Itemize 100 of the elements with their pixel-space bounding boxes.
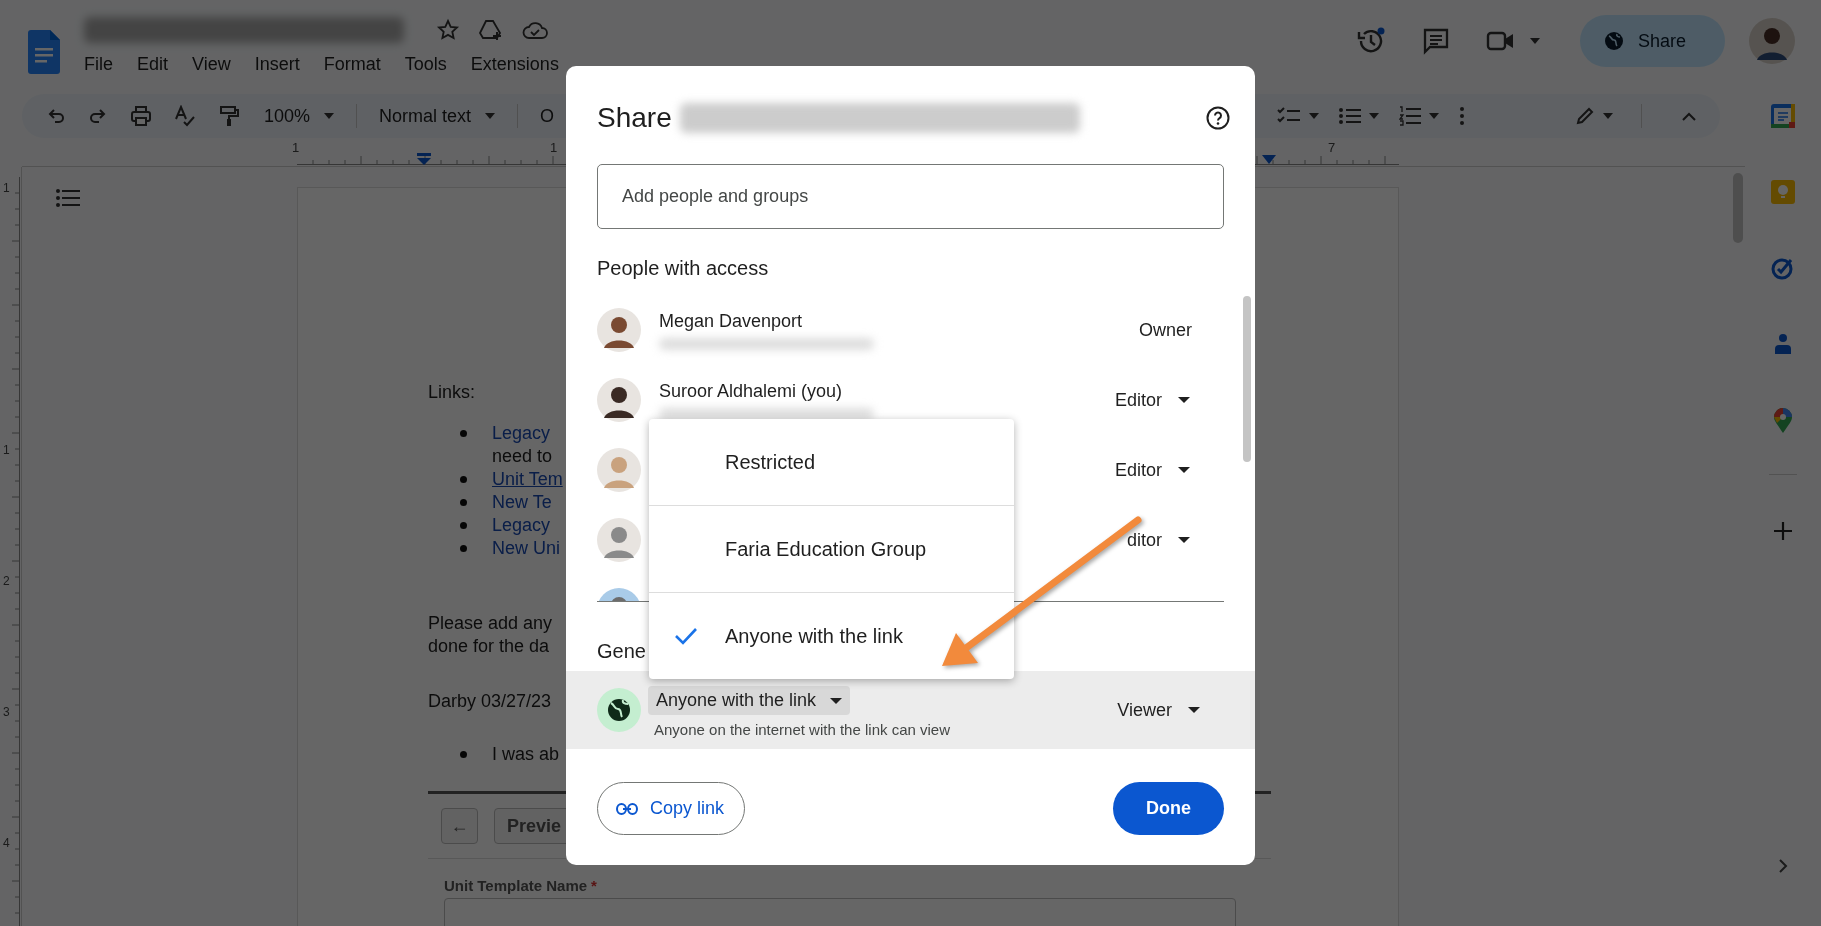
section-heading: People with access: [597, 256, 770, 281]
list-bullet: [460, 430, 467, 437]
scrollbar[interactable]: [1243, 296, 1251, 462]
dialog-title: Share: [597, 102, 672, 134]
caret-icon: [1178, 537, 1190, 543]
done-button[interactable]: Done: [1113, 782, 1224, 835]
ruler-number: 4: [3, 836, 10, 850]
doc-link[interactable]: Unit Tem: [492, 468, 563, 491]
calendar-icon[interactable]: [1771, 104, 1795, 128]
menu-item[interactable]: Insert: [254, 54, 300, 75]
ruler-number: 1: [3, 181, 10, 195]
ruler-number: 7: [1328, 140, 1336, 155]
star-icon[interactable]: [436, 18, 460, 42]
share-button[interactable]: Share: [1580, 15, 1725, 67]
doc-link[interactable]: New Te: [492, 491, 552, 514]
indent-marker-icon[interactable]: [1262, 155, 1276, 164]
list-bullet: [460, 545, 467, 552]
caret-icon: [1178, 467, 1190, 473]
caret-icon: [830, 697, 843, 704]
zoom-select[interactable]: 100%: [264, 105, 311, 127]
section-heading: Gene: [597, 639, 646, 664]
avatar: [597, 378, 641, 422]
caret-icon[interactable]: [1309, 113, 1319, 119]
caret-icon: [1178, 397, 1190, 403]
outline-icon[interactable]: [56, 189, 80, 207]
role-dropdown[interactable]: ditor: [1110, 525, 1194, 555]
check-icon: [674, 627, 698, 645]
list-bullet: [460, 751, 467, 758]
access-description: Anyone on the internet with the link can view: [653, 721, 950, 738]
doc-link[interactable]: Legacy: [492, 422, 551, 445]
role-dropdown[interactable]: Editor: [1110, 455, 1194, 485]
back-button[interactable]: ←: [441, 808, 478, 844]
font-select[interactable]: O: [540, 105, 555, 127]
doc-paragraph: Please add any done for the da: [428, 612, 553, 658]
chevron-up-icon[interactable]: [1682, 111, 1696, 121]
ruler-number: 3: [3, 705, 10, 719]
add-people-field[interactable]: Add people and groups: [597, 164, 1224, 229]
drive-plus-icon[interactable]: [478, 18, 504, 42]
menu-item[interactable]: File: [84, 54, 113, 75]
more-icon[interactable]: [1459, 106, 1465, 126]
avatar: [597, 518, 641, 562]
avatar: [597, 448, 641, 492]
doc-link[interactable]: Legacy: [492, 514, 551, 537]
bulleted-list-icon[interactable]: [1339, 107, 1361, 125]
globe-icon: [1604, 31, 1624, 51]
comment-icon[interactable]: [1422, 27, 1450, 55]
doc-text: Links:: [428, 381, 476, 404]
menu-item[interactable]: Edit: [137, 54, 169, 75]
ruler-number: 1: [292, 140, 300, 155]
chevron-right-icon[interactable]: [1778, 858, 1788, 874]
style-select[interactable]: Normal text: [379, 105, 472, 127]
menu-option[interactable]: Faria Education Group: [649, 505, 1014, 592]
list-bullet: [460, 476, 467, 483]
caret-icon[interactable]: [1429, 113, 1439, 119]
video-camera-icon[interactable]: [1486, 30, 1516, 52]
ruler-number: 2: [3, 574, 10, 588]
ruler-number: 1: [3, 443, 10, 457]
field-label: Unit Template Name: [444, 877, 588, 894]
menu-item[interactable]: View: [192, 54, 231, 75]
redo-icon[interactable]: [88, 106, 108, 126]
menu-item[interactable]: Tools: [404, 54, 447, 75]
caret-icon[interactable]: [1603, 113, 1613, 119]
avatar: [597, 308, 641, 352]
doc-link[interactable]: New Uni: [492, 537, 561, 560]
caret-icon[interactable]: [1530, 38, 1540, 44]
menu-option[interactable]: Restricted: [649, 419, 1014, 505]
copy-link-button[interactable]: Copy link: [597, 782, 746, 835]
plus-icon[interactable]: [1773, 521, 1793, 541]
list-bullet: [460, 522, 467, 529]
globe-icon: [597, 688, 641, 732]
doc-text: Darby 03/27/23: [428, 690, 552, 713]
caret-icon: [1188, 707, 1200, 713]
task-check-icon[interactable]: [1771, 256, 1795, 280]
doc-text: I was ab: [492, 743, 560, 766]
input-field[interactable]: [444, 898, 1236, 926]
caret-icon[interactable]: [324, 113, 335, 119]
paint-roller-icon[interactable]: [218, 105, 240, 127]
caret-icon[interactable]: [485, 113, 496, 119]
help-icon[interactable]: [1206, 106, 1230, 130]
numbered-list-icon[interactable]: [1399, 106, 1421, 126]
list-bullet: [460, 499, 467, 506]
indent-marker-icon[interactable]: [417, 153, 431, 165]
docs-logo-icon[interactable]: [28, 30, 60, 74]
role-label: Owner: [1139, 319, 1192, 341]
menu-item[interactable]: Format: [323, 54, 381, 75]
cloud-check-icon[interactable]: [522, 20, 548, 40]
map-pin-icon[interactable]: [1773, 408, 1793, 434]
print-icon[interactable]: [130, 105, 152, 127]
role-dropdown[interactable]: Editor: [1110, 385, 1194, 415]
caret-icon[interactable]: [1369, 113, 1379, 119]
role-dropdown[interactable]: Viewer: [1113, 695, 1204, 725]
required-mark: *: [591, 877, 597, 894]
undo-icon[interactable]: [46, 106, 66, 126]
spellcheck-icon[interactable]: [174, 105, 196, 127]
person-name: Suroor Aldhalemi (you): [659, 380, 844, 402]
avatar[interactable]: [1749, 18, 1795, 64]
menu-item[interactable]: Extensions: [470, 54, 559, 75]
pencil-icon[interactable]: [1575, 106, 1595, 126]
ruler-number: 1: [550, 140, 558, 155]
access-dropdown[interactable]: Anyone with the link: [648, 686, 851, 715]
